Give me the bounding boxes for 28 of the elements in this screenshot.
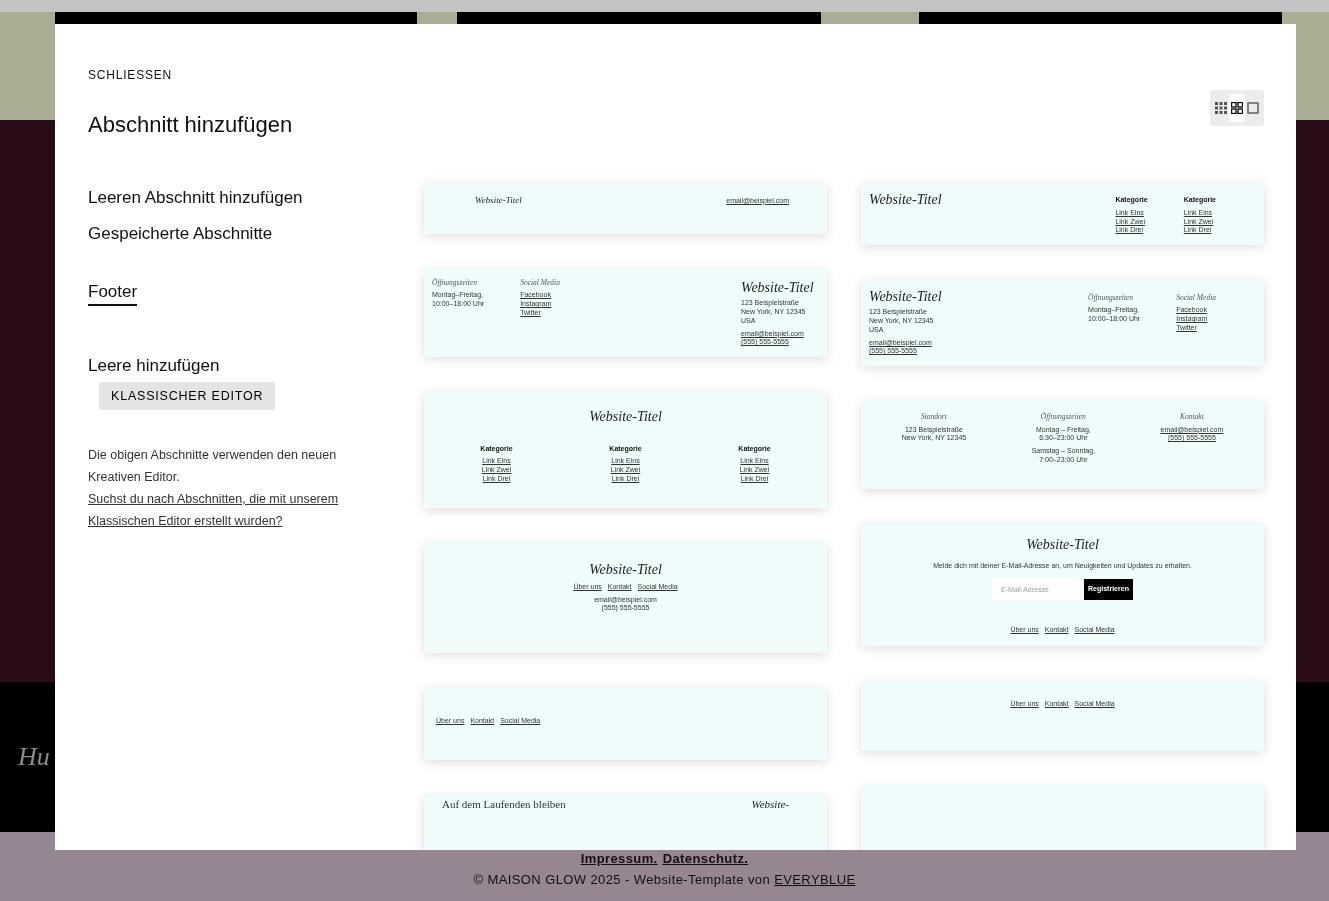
site-title: Website-Titel bbox=[475, 196, 522, 206]
site-title: Website-Titel bbox=[589, 561, 662, 577]
classic-label: Leere hinzufügen bbox=[88, 356, 221, 376]
footer-link[interactable]: Impressum. bbox=[580, 851, 658, 866]
site-title: Website-Titel bbox=[1026, 536, 1099, 552]
site-title: Website- bbox=[751, 797, 789, 812]
section-category[interactable]: Leeren Abschnitt hinzufügen bbox=[88, 188, 303, 212]
footer-link[interactable]: Datenschutz. bbox=[662, 851, 749, 866]
close-link[interactable]: SCHLIESSEN bbox=[88, 68, 173, 82]
small-grid-icon bbox=[1215, 102, 1227, 114]
site-title: Website-Titel bbox=[869, 289, 943, 305]
editor-note: Die obigen Abschnitte verwenden den neuen Kreativen Editor. Suchst du nach Abschnitten, die mit unserem Klassischen Editor erstellt wurden? bbox=[88, 444, 353, 532]
dialog-title: Abschnitt hinzufügen bbox=[88, 112, 294, 138]
signup-heading: Auf dem Laufenden bleiben bbox=[442, 797, 566, 812]
hero-text: Hu bbox=[18, 742, 50, 772]
credit-link[interactable]: EVERYBLUE bbox=[774, 872, 856, 887]
large-grid-icon bbox=[1231, 102, 1243, 114]
section-category[interactable]: Gespeicherte Abschnitte bbox=[88, 224, 273, 248]
footer-template-card[interactable]: Auf dem Laufenden bleiben Website- bbox=[424, 793, 827, 850]
site-title: Website-Titel bbox=[589, 409, 662, 425]
classic-editor-button[interactable]: KLASSISCHER EDITOR bbox=[99, 382, 276, 410]
classic-sections-link[interactable]: Suchst du nach Abschnitten, die mit unserem Klassischen Editor erstellt wurden? bbox=[88, 488, 353, 532]
copyright-text: © MAISON GLOW 2025 - Website-Template von bbox=[473, 872, 771, 887]
view-option[interactable] bbox=[1229, 94, 1245, 122]
site-title: Website-Titel bbox=[741, 280, 815, 296]
site-title: Website-Titel bbox=[869, 192, 943, 208]
single-view-icon bbox=[1247, 102, 1259, 114]
section-category[interactable]: Footer bbox=[88, 282, 138, 306]
